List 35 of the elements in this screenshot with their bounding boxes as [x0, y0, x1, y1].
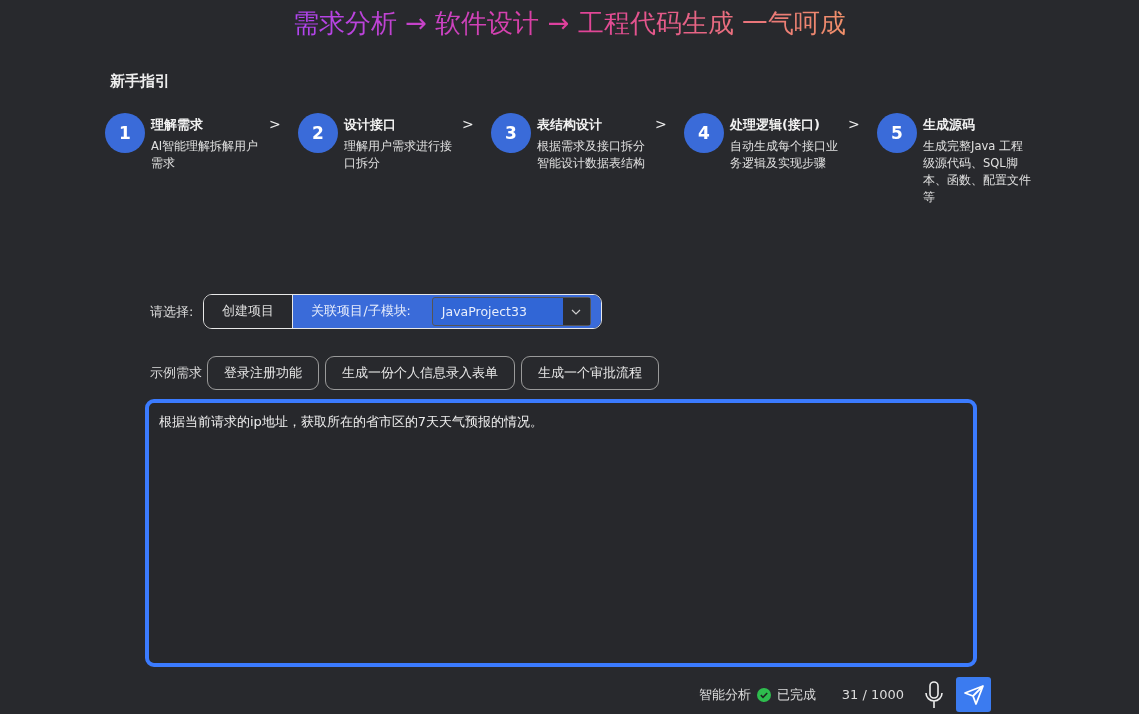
mode-tab[interactable]: 关联项目/子模块: — [292, 295, 429, 328]
example-chip[interactable]: 登录注册功能 — [207, 356, 319, 390]
step-number: 5 — [877, 113, 917, 153]
examples-label: 示例需求 — [150, 364, 202, 382]
example-chip[interactable]: 生成一份个人信息录入表单 — [325, 356, 515, 390]
status-text: 已完成 — [776, 685, 816, 704]
project-dropdown[interactable]: JavaProject33 — [431, 297, 591, 326]
step-title: 生成源码 — [923, 116, 976, 134]
step-description: 生成完整Java 工程级源代码、SQL脚本、函数、配置文件等 — [923, 138, 1032, 206]
step-description: 根据需求及接口拆分智能设计数据表结构 — [537, 138, 646, 172]
character-counter: 31 / 1000 — [841, 687, 904, 702]
send-button[interactable] — [956, 677, 991, 712]
step-description: 自动生成每个接口业务逻辑及实现步骤 — [730, 138, 839, 172]
step-separator: > — [655, 115, 667, 134]
step-number: 2 — [298, 113, 338, 153]
step-description: AI智能理解拆解用户需求 — [151, 138, 260, 172]
microphone-icon[interactable] — [924, 680, 944, 709]
select-label: 请选择: — [150, 302, 194, 321]
step-separator: > — [462, 115, 474, 134]
step-title: 设计接口 — [344, 116, 397, 134]
send-icon — [962, 683, 985, 706]
requirement-input[interactable]: 根据当前请求的ip地址，获取所在的省市区的7天天气预报的情况。 — [145, 399, 977, 667]
step-description: 理解用户需求进行接口拆分 — [344, 138, 453, 172]
step-separator: > — [848, 115, 860, 134]
analysis-label: 智能分析 — [698, 685, 751, 704]
step-number: 4 — [684, 113, 724, 153]
step-separator: > — [269, 115, 281, 134]
chevron-down-icon — [571, 308, 582, 315]
step-title: 处理逻辑(接口) — [730, 116, 821, 134]
section-heading: 新手指引 — [110, 72, 171, 91]
step-title: 表结构设计 — [537, 116, 603, 134]
example-chip[interactable]: 生成一个审批流程 — [521, 356, 659, 390]
step-number: 3 — [491, 113, 531, 153]
step-title: 理解需求 — [151, 116, 204, 134]
step-number: 1 — [105, 113, 145, 153]
